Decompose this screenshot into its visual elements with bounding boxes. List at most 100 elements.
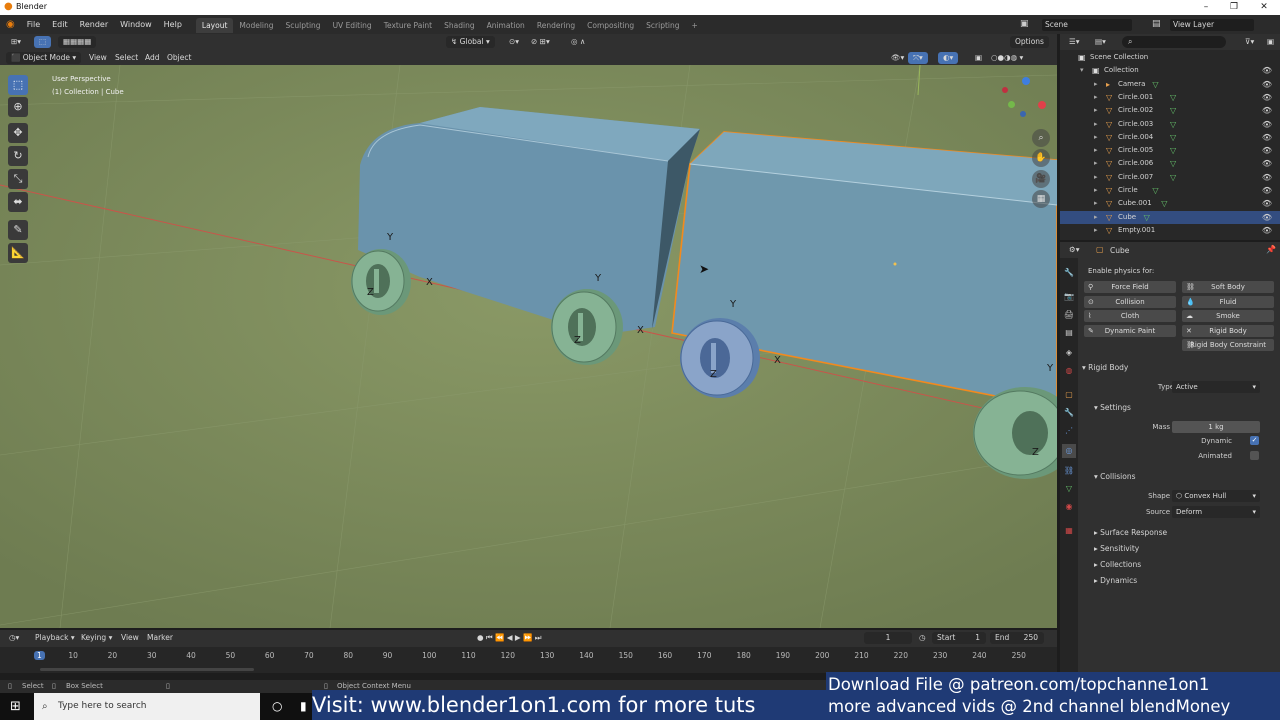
timeline-scrollbar[interactable]	[40, 668, 254, 671]
visibility-eye-icon[interactable]: 👁	[1262, 211, 1272, 224]
move-tool-icon[interactable]: ✥	[8, 123, 28, 143]
timeline-editor-icon[interactable]: ◷▾	[4, 632, 24, 644]
timeline-menu-playback[interactable]: Playback ▾	[30, 632, 80, 644]
xray-toggle-icon[interactable]: ▣	[970, 52, 987, 64]
viewport-menu-object[interactable]: Object	[162, 52, 196, 64]
outliner-row[interactable]: ▽ Circle.006 ▽ ▸ 👁	[1060, 157, 1280, 170]
taskbar-app-icon[interactable]: ▮	[300, 699, 307, 713]
outliner-row[interactable]: ▽ Circle.002 ▽ ▸ 👁	[1060, 104, 1280, 117]
proportional-edit-icon[interactable]: ◎ ∧	[566, 36, 590, 48]
scene-tab-icon[interactable]: ◈	[1062, 346, 1076, 360]
pin-icon[interactable]: 📌	[1266, 245, 1276, 254]
timeline-ruler[interactable]: 1 10 20 30 40 50 60 70 80 90 100 110 120 130 140 150 160…	[0, 647, 1057, 673]
visibility-eye-icon[interactable]: 👁	[1262, 171, 1272, 184]
outliner-search-input[interactable]: ⌕	[1122, 36, 1226, 48]
mode-dropdown[interactable]: ⬛ Object Mode ▾	[6, 52, 82, 64]
workspace-tab-uv-editing[interactable]: UV Editing	[327, 18, 378, 33]
tool-tab-icon[interactable]: 🔧	[1062, 266, 1076, 280]
options-dropdown[interactable]: Options	[1010, 36, 1049, 48]
material-tab-icon[interactable]: ◉	[1062, 500, 1076, 514]
properties-editor-icon[interactable]: ⚙▾	[1064, 244, 1085, 256]
workspace-tab-layout[interactable]: Layout	[195, 18, 234, 33]
visibility-eye-icon[interactable]: 👁	[1262, 157, 1272, 170]
annotate-tool-icon[interactable]: ✎	[8, 220, 28, 240]
camera-view-icon[interactable]: 🎥	[1032, 170, 1050, 188]
expand-arrow-icon[interactable]: ▸	[1094, 91, 1098, 104]
expand-arrow-icon[interactable]: ▸	[1094, 118, 1098, 131]
taskbar-search-input[interactable]: ⌕ Type here to search	[34, 693, 260, 720]
filter-icon[interactable]: ⊽▾	[1240, 36, 1259, 48]
pan-hand-icon[interactable]: ✋	[1032, 149, 1050, 167]
visibility-eye-icon[interactable]: 👁	[1262, 144, 1272, 157]
navigation-gizmo[interactable]	[998, 73, 1050, 125]
overlay-toggle-icon[interactable]: ◐▾	[938, 52, 959, 64]
physics-button-dynamic-paint[interactable]: ✎ Dynamic Paint	[1084, 324, 1176, 337]
start-frame-field[interactable]: Start 1	[932, 632, 986, 644]
workspace-tab-rendering[interactable]: Rendering	[531, 18, 581, 33]
scene-name[interactable]: Scene	[1042, 19, 1132, 31]
workspace-tab-animation[interactable]: Animation	[481, 18, 531, 33]
visibility-eye-icon[interactable]: 👁	[1262, 64, 1272, 77]
menu-edit[interactable]: Edit	[46, 15, 74, 34]
expand-arrow-icon[interactable]: ▸	[1094, 104, 1098, 117]
current-frame-field[interactable]: 1	[864, 632, 912, 644]
orientation-dropdown[interactable]: ↯ Global ▾	[446, 36, 495, 48]
end-frame-field[interactable]: End 250	[990, 632, 1044, 644]
outliner-row[interactable]: ▽ Circle.005 ▽ ▸ 👁	[1060, 144, 1280, 157]
gizmo-toggle-icon[interactable]: ⤧▾	[908, 52, 928, 64]
rigid-body-section-header[interactable]: ▾ Rigid Body	[1082, 363, 1128, 372]
outliner-row[interactable]: ▽ Cube ▽ ▸ 👁	[1060, 210, 1280, 224]
world-tab-icon[interactable]: ◍	[1062, 364, 1076, 378]
menu-help[interactable]: Help	[158, 15, 188, 34]
expand-arrow-icon[interactable]: ▸	[1094, 157, 1098, 170]
menu-render[interactable]: Render	[74, 15, 114, 34]
dynamics-section[interactable]: ▸ Dynamics	[1094, 576, 1137, 585]
task-view-icon[interactable]: ○	[272, 699, 282, 713]
viewport-menu-select[interactable]: Select	[110, 52, 143, 64]
rotate-tool-icon[interactable]: ↻	[8, 146, 28, 166]
visibility-eye-icon[interactable]: 👁	[1262, 131, 1272, 144]
menu-window[interactable]: Window	[114, 15, 158, 34]
physics-button-collision[interactable]: ⊙ Collision	[1084, 295, 1176, 308]
outliner-row[interactable]: ▽ Circle.004 ▽ ▸ 👁	[1060, 131, 1280, 144]
collections-section[interactable]: ▸ Collections	[1094, 560, 1141, 569]
outliner-row[interactable]: ▸ Camera ▽ ▸ 👁	[1060, 78, 1280, 91]
expand-arrow-icon[interactable]: ▸	[1094, 144, 1098, 157]
texture-tab-icon[interactable]: ▦	[1062, 524, 1076, 538]
outliner-row[interactable]: ▽ Circle.007 ▽ ▸ 👁	[1060, 171, 1280, 184]
workspace-tab-sculpting[interactable]: Sculpting	[280, 18, 327, 33]
physics-button-rigid-body-constraint[interactable]: ⛓ Rigid Body Constraint	[1182, 339, 1274, 352]
cursor-tool-icon[interactable]: ⊕	[8, 97, 28, 117]
constraints-tab-icon[interactable]: ⛓	[1062, 464, 1076, 478]
visibility-eye-icon[interactable]: 👁	[1262, 78, 1272, 91]
animated-checkbox[interactable]	[1250, 451, 1259, 460]
outliner-row[interactable]: ▽ Cube.001 ▽ ▸ 👁	[1060, 197, 1280, 210]
snap-icon[interactable]: ⊘ ⊞▾	[526, 36, 555, 48]
outliner-row[interactable]: ▽ Circle.001 ▽ ▸ 👁	[1060, 91, 1280, 104]
physics-button-smoke[interactable]: ☁ Smoke	[1182, 310, 1274, 323]
timeline-menu-keying[interactable]: Keying ▾	[76, 632, 117, 644]
wheel-2[interactable]	[551, 289, 623, 365]
workspace-tab-modeling[interactable]: Modeling	[233, 18, 279, 33]
timeline-menu-marker[interactable]: Marker	[142, 632, 178, 644]
ortho-grid-icon[interactable]: ▦	[1032, 190, 1050, 208]
data-tab-icon[interactable]: ▽	[1062, 482, 1076, 496]
playback-controls[interactable]: ● ⏮ ⏪ ◀ ▶ ⏩ ⏭	[472, 632, 547, 644]
3d-viewport[interactable]: Y X Z Y X Z Y X Z Y Z ➤ ⌕ ✋ 🎥 ▦	[0, 65, 1057, 628]
rb-type-dropdown[interactable]: Active ▾	[1172, 381, 1260, 393]
visibility-eye-icon[interactable]: 👁	[1262, 184, 1272, 197]
menu-file[interactable]: File	[21, 15, 46, 34]
add-workspace-button[interactable]: +	[686, 18, 704, 33]
zoom-icon[interactable]: ⌕	[1032, 129, 1050, 147]
shape-dropdown[interactable]: ⬡ Convex Hull ▾	[1172, 490, 1260, 502]
scale-tool-icon[interactable]: ⤡	[8, 169, 28, 189]
transform-tool-icon[interactable]: ⬌	[8, 192, 28, 212]
view-layer-tab-icon[interactable]: ▤	[1062, 326, 1076, 340]
minimize-button[interactable]: –	[1192, 0, 1220, 15]
display-mode-icon[interactable]: ▤▾	[1090, 36, 1111, 48]
object-tab-icon[interactable]: ▢	[1062, 388, 1076, 402]
mass-field[interactable]: 1 kg	[1172, 421, 1260, 433]
outliner-row[interactable]: ▣ Scene Collection	[1060, 51, 1280, 64]
physics-button-fluid[interactable]: 💧 Fluid	[1182, 295, 1274, 308]
outliner-row[interactable]: ▽ Circle ▽ ▸ 👁	[1060, 184, 1280, 197]
